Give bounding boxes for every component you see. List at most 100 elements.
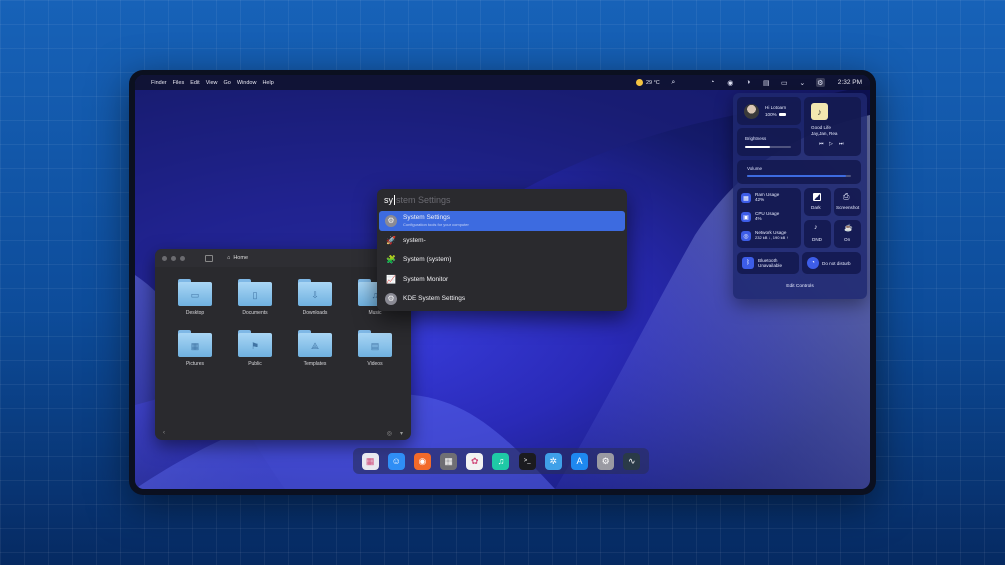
settings-gear-icon: ⚙: [385, 292, 397, 305]
folder-icon: ▦: [178, 330, 212, 357]
dock-settings-icon[interactable]: ⚙: [597, 452, 615, 470]
user-tile[interactable]: Hi Lotoarn 100%: [737, 97, 801, 125]
search-icon[interactable]: ⌕: [669, 78, 678, 87]
brightness-slider[interactable]: [745, 146, 791, 148]
folder-icon: ⇩: [298, 279, 332, 306]
file-manager-titlebar: ⌂ Home: [155, 249, 411, 267]
screenshot-toggle[interactable]: ⎙ Screenshot: [834, 188, 861, 216]
caffeine-toggle[interactable]: ☕ On: [834, 220, 861, 248]
menu-finder[interactable]: Finder: [151, 80, 167, 86]
play-icon[interactable]: ▷: [829, 141, 833, 147]
clock[interactable]: 2:32 PM: [838, 79, 862, 86]
menu-bar-tray: 29 °C ⌕ ◔ ◉ ◑ ▤ ▭ ⌄ ⚙ 2:32 PM: [635, 78, 862, 87]
result-system-system[interactable]: 🧩 System (system): [379, 250, 625, 270]
ram-icon: ▦: [741, 193, 751, 203]
folder-downloads[interactable]: ⇩ Downloads: [285, 279, 345, 316]
result-system-monitor[interactable]: 📈 System Monitor: [379, 270, 625, 290]
chevron-down-icon[interactable]: ⌄: [798, 78, 807, 87]
edit-controls-button[interactable]: Edit Controls: [733, 284, 867, 289]
view-options-icon[interactable]: ▾: [400, 430, 403, 437]
folder-videos[interactable]: ▤ Videos: [345, 330, 405, 367]
file-manager-window: ⌂ Home ▭ Desktop ▯ Documents ⇩ Downloads: [155, 249, 411, 440]
text-caret: [394, 195, 395, 205]
back-arrow-icon[interactable]: ‹: [163, 430, 165, 436]
night-mode-icon[interactable]: ◑: [744, 78, 753, 87]
file-manager-statusbar: ‹ ◎ ▾: [155, 426, 411, 440]
folder-documents[interactable]: ▯ Documents: [225, 279, 285, 316]
display-icon[interactable]: ▭: [780, 78, 789, 87]
folder-icon: ▭: [178, 279, 212, 306]
dnd-toggle[interactable]: ♪ DND: [804, 220, 831, 248]
chart-icon: 📈: [386, 274, 396, 284]
volume-slider[interactable]: [747, 175, 851, 177]
result-system-settings[interactable]: ⚙ System Settings Configuration tools fo…: [379, 211, 625, 231]
result-title: System (system): [403, 256, 452, 264]
dock-finder-icon[interactable]: ☺: [387, 452, 405, 470]
settings-gear-icon: ⚙: [385, 214, 397, 227]
folder-pictures[interactable]: ▦ Pictures: [165, 330, 225, 367]
next-track-icon[interactable]: ⏭: [839, 141, 844, 147]
network-icon: ◎: [741, 231, 751, 241]
brightness-slider-fill: [745, 146, 771, 148]
window-close-button[interactable]: [162, 255, 167, 261]
volume-slider-fill: [747, 175, 846, 177]
sidebar-toggle-icon[interactable]: [205, 254, 213, 262]
dock-music-icon[interactable]: ♫: [492, 452, 510, 470]
volume-tile: Volume: [737, 160, 861, 184]
dock-terminal-icon[interactable]: >_: [518, 452, 536, 470]
bluetooth-tile[interactable]: ᛒ Bluetooth Unavailable: [737, 252, 799, 274]
control-center: Hi Lotoarn 100% Brightness ♪ Good Life J…: [733, 93, 867, 299]
bell-icon: ♪: [814, 224, 818, 231]
window-maximize-button[interactable]: [180, 255, 185, 261]
folder-label: Videos: [367, 361, 383, 367]
album-art-icon: ♪: [811, 103, 828, 120]
breadcrumb[interactable]: ⌂ Home: [227, 255, 248, 261]
weather-widget[interactable]: 29 °C: [635, 79, 660, 86]
desktop-screen: Finder Files Edit View Go Window Help 29…: [135, 75, 870, 489]
clipboard-icon[interactable]: ▤: [762, 78, 771, 87]
dock-kde-icon[interactable]: ✲: [544, 452, 562, 470]
folder-templates[interactable]: ⟁ Templates: [285, 330, 345, 367]
menu-view[interactable]: View: [206, 80, 218, 86]
dock-launchpad-icon[interactable]: ▦: [361, 452, 379, 470]
network-value: 232 kB ↓, 190 kB ↑: [755, 235, 789, 240]
previous-track-icon[interactable]: ⏮: [819, 141, 824, 147]
notification-bell-icon[interactable]: ◔: [708, 78, 717, 87]
weather-sun-icon: [635, 79, 643, 86]
screenshot-label: Screenshot: [836, 205, 860, 210]
dock-calculator-icon[interactable]: ▦: [440, 452, 458, 470]
result-subtitle: Configuration tools for your computer: [403, 222, 469, 228]
result-system-dash[interactable]: 🚀 system-: [379, 231, 625, 251]
on-label: On: [844, 237, 851, 242]
menu-go[interactable]: Go: [224, 80, 231, 86]
media-tile[interactable]: ♪ Good Life Jay,Jan, Rea ⏮ ▷ ⏭: [804, 97, 861, 156]
dock-system-monitor-icon[interactable]: ∿: [623, 452, 641, 470]
dock-photos-icon[interactable]: ✿: [466, 452, 484, 470]
menu-help[interactable]: Help: [262, 80, 273, 86]
control-center-icon[interactable]: ⚙: [815, 78, 825, 87]
bluetooth-icon: ᛒ: [742, 257, 754, 269]
do-not-disturb-tile[interactable]: ◔ Do not disturb: [802, 252, 861, 274]
folder-desktop[interactable]: ▭ Desktop: [165, 279, 225, 316]
result-kde-system-settings[interactable]: ⚙ KDE System Settings: [379, 289, 625, 309]
folder-label: Documents: [242, 310, 268, 316]
menu-window[interactable]: Window: [237, 80, 257, 86]
folder-public[interactable]: ⚑ Public: [225, 330, 285, 367]
result-title: system-: [403, 236, 426, 244]
media-icon[interactable]: ◉: [726, 78, 735, 87]
app-launcher: sy stem Settings ⚙ System Settings Confi…: [377, 189, 627, 311]
search-typed-text: sy: [384, 195, 393, 205]
menu-edit[interactable]: Edit: [190, 80, 199, 86]
dock-app-store-icon[interactable]: A: [570, 452, 588, 470]
dark-mode-toggle[interactable]: Dark: [804, 188, 831, 216]
dark-label: Dark: [811, 205, 821, 210]
menu-files[interactable]: Files: [173, 80, 185, 86]
dock-firefox-icon[interactable]: ◉: [413, 452, 431, 470]
battery-level: 100%: [765, 112, 777, 117]
media-artist: Jay,Jan, Rea: [811, 131, 838, 136]
window-minimize-button[interactable]: [171, 255, 176, 261]
folder-label: Templates: [303, 361, 327, 367]
zoom-icon[interactable]: ◎: [387, 430, 392, 437]
launcher-search-input[interactable]: sy stem Settings: [377, 189, 627, 211]
result-title: System Monitor: [403, 275, 449, 283]
